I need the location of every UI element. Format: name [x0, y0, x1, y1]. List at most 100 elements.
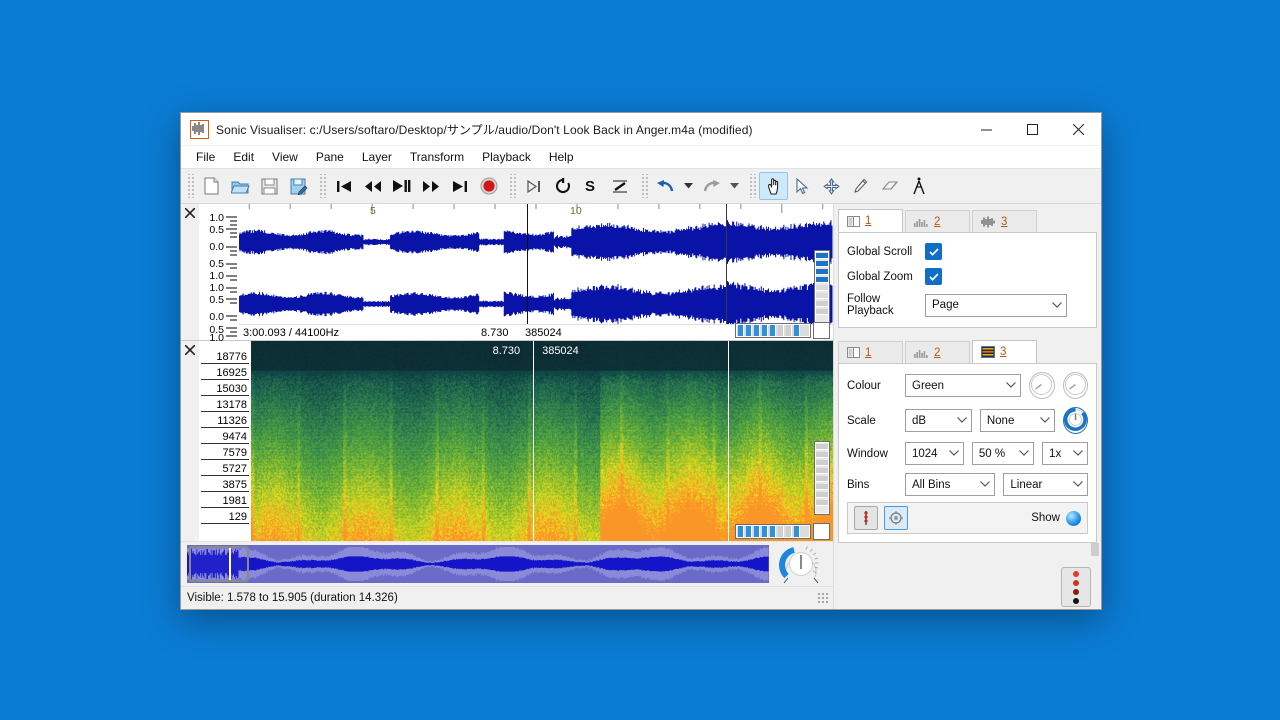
global-scroll-checkbox[interactable] [925, 243, 942, 260]
tab-layer-3-label: 3 [1000, 346, 1007, 358]
menu-file[interactable]: File [187, 147, 224, 168]
waveform-horizontal-zoom-wheel[interactable] [735, 323, 811, 338]
redo-dropdown-icon[interactable] [726, 172, 743, 200]
solo-icon[interactable]: S [577, 172, 606, 200]
overview-panel[interactable] [187, 545, 769, 583]
waveform-pane[interactable]: 1.0 0.5 0.0 0.5 1.0 1.0 0.5 0.0 0.5 1.0 [181, 204, 833, 343]
tab-pane-1-label: 1 [865, 215, 872, 227]
spectrogram-secondary-marker[interactable] [728, 341, 730, 541]
tab-pane-2[interactable]: 2 [905, 210, 970, 232]
spectrogram-vertical-zoom-wheel[interactable] [814, 441, 830, 515]
chevron-down-icon [1073, 481, 1083, 487]
undo-icon[interactable] [651, 172, 680, 200]
menu-transform[interactable]: Transform [401, 147, 473, 168]
threshold-knob[interactable] [1062, 372, 1088, 399]
bins-select[interactable]: All Bins [905, 473, 996, 496]
maximize-button[interactable] [1009, 113, 1055, 145]
chevron-down-icon [1040, 417, 1050, 423]
tab-pane-3[interactable]: 3 [972, 210, 1037, 232]
menu-edit[interactable]: Edit [224, 147, 263, 168]
waveform-display[interactable] [239, 204, 833, 340]
waveform-pane-close-icon[interactable] [181, 204, 199, 340]
redo-icon[interactable] [697, 172, 726, 200]
spectrogram-pane[interactable]: 18776 16925 15030 13178 11326 9474 7579 … [181, 341, 833, 541]
bin-scale-select[interactable]: Linear [1003, 473, 1088, 496]
waveform-canvas-area[interactable]: 5 10 3:00.093 / 44100Hz 8.730 385024 [239, 204, 833, 340]
panes-column: 1.0 0.5 0.0 0.5 1.0 1.0 0.5 0.0 0.5 1.0 [181, 204, 833, 609]
waveform-secondary-marker[interactable] [726, 204, 728, 340]
menu-layer[interactable]: Layer [353, 147, 401, 168]
vertical-scale-icon[interactable] [854, 506, 878, 530]
close-button[interactable] [1055, 113, 1101, 145]
save-session-icon[interactable] [255, 172, 284, 200]
spectrogram-canvas-area[interactable]: 8.730 385024 [251, 341, 833, 541]
save-session-as-icon[interactable] [284, 172, 313, 200]
layer-show-bar: Show [847, 502, 1088, 534]
level-meter-button[interactable] [1061, 567, 1091, 607]
measure-tool-icon[interactable] [904, 172, 933, 200]
overview-viewport-box[interactable] [189, 546, 249, 582]
global-zoom-row: Global Zoom [847, 268, 1088, 285]
align-icon[interactable] [606, 172, 635, 200]
tab-pane-1[interactable]: 1 [838, 209, 903, 232]
menu-pane[interactable]: Pane [307, 147, 353, 168]
select-tool-icon[interactable] [788, 172, 817, 200]
fast-forward-icon[interactable] [416, 172, 445, 200]
toolbar-grip-tools[interactable] [748, 174, 756, 198]
toolbar-grip-transport[interactable] [318, 174, 326, 198]
waveform-playhead[interactable] [527, 204, 529, 340]
waveform-vertical-scale: 1.0 0.5 0.0 0.5 1.0 1.0 0.5 0.0 0.5 1.0 [199, 204, 239, 343]
follow-playback-select[interactable]: Page [925, 293, 1067, 317]
tab-layer-1[interactable]: 1 [838, 341, 903, 363]
undo-dropdown-icon[interactable] [680, 172, 697, 200]
menu-help[interactable]: Help [540, 147, 583, 168]
tab-layer-1-label: 1 [865, 346, 872, 359]
scale-select[interactable]: dB [905, 409, 972, 432]
window-zoom-select[interactable]: 1x [1042, 442, 1089, 465]
waveform-zoom-reset-button[interactable] [813, 322, 830, 339]
rewind-icon[interactable] [358, 172, 387, 200]
minimize-button[interactable] [963, 113, 1009, 145]
open-session-icon[interactable] [226, 172, 255, 200]
menu-playback[interactable]: Playback [473, 147, 540, 168]
rewind-to-start-icon[interactable] [329, 172, 358, 200]
play-pause-icon[interactable] [387, 172, 416, 200]
properties-column: 1 2 3 Global Scroll Global Zoom Follow P… [833, 204, 1101, 609]
spectrogram-display[interactable] [251, 341, 833, 541]
navigate-tool-icon[interactable] [759, 172, 788, 200]
playback-volume-knob[interactable] [775, 542, 827, 586]
tab-layer-3[interactable]: 3 [972, 340, 1037, 363]
new-session-icon[interactable] [197, 172, 226, 200]
tab-layer-2-label: 2 [934, 346, 941, 359]
record-icon[interactable] [474, 172, 503, 200]
time-ruler[interactable]: 5 10 [239, 204, 833, 217]
toolbar-grip-playback[interactable] [508, 174, 516, 198]
menu-view[interactable]: View [263, 147, 307, 168]
peak-frequencies-icon[interactable] [884, 506, 908, 530]
edit-tool-icon[interactable] [817, 172, 846, 200]
normalize-value: None [986, 414, 1015, 427]
spectrogram-zoom-reset-button[interactable] [813, 523, 830, 540]
waveform-vertical-zoom-wheel[interactable] [814, 250, 830, 324]
global-zoom-checkbox[interactable] [925, 268, 942, 285]
toolbar-grip[interactable] [186, 174, 194, 198]
colour-select[interactable]: Green [905, 374, 1022, 397]
forward-to-end-icon[interactable] [445, 172, 474, 200]
gain-knob[interactable] [1029, 372, 1055, 399]
normalize-select[interactable]: None [979, 409, 1055, 432]
play-selection-icon[interactable] [519, 172, 548, 200]
loop-icon[interactable] [548, 172, 577, 200]
colour-rotate-knob[interactable] [1063, 407, 1088, 434]
spectrogram-playhead[interactable] [533, 341, 535, 541]
tab-layer-2[interactable]: 2 [905, 341, 970, 363]
layer-visibility-led[interactable] [1066, 510, 1081, 526]
spectrogram-pane-close-icon[interactable] [181, 341, 199, 541]
window-overlap-select[interactable]: 50 % [971, 442, 1035, 465]
resize-grip[interactable] [817, 592, 829, 604]
properties-scrollbar[interactable] [1089, 543, 1101, 565]
spectrogram-horizontal-zoom-wheel[interactable] [735, 524, 811, 539]
draw-tool-icon[interactable] [846, 172, 875, 200]
erase-tool-icon[interactable] [875, 172, 904, 200]
toolbar-grip-edit[interactable] [640, 174, 648, 198]
window-size-select[interactable]: 1024 [905, 442, 964, 465]
